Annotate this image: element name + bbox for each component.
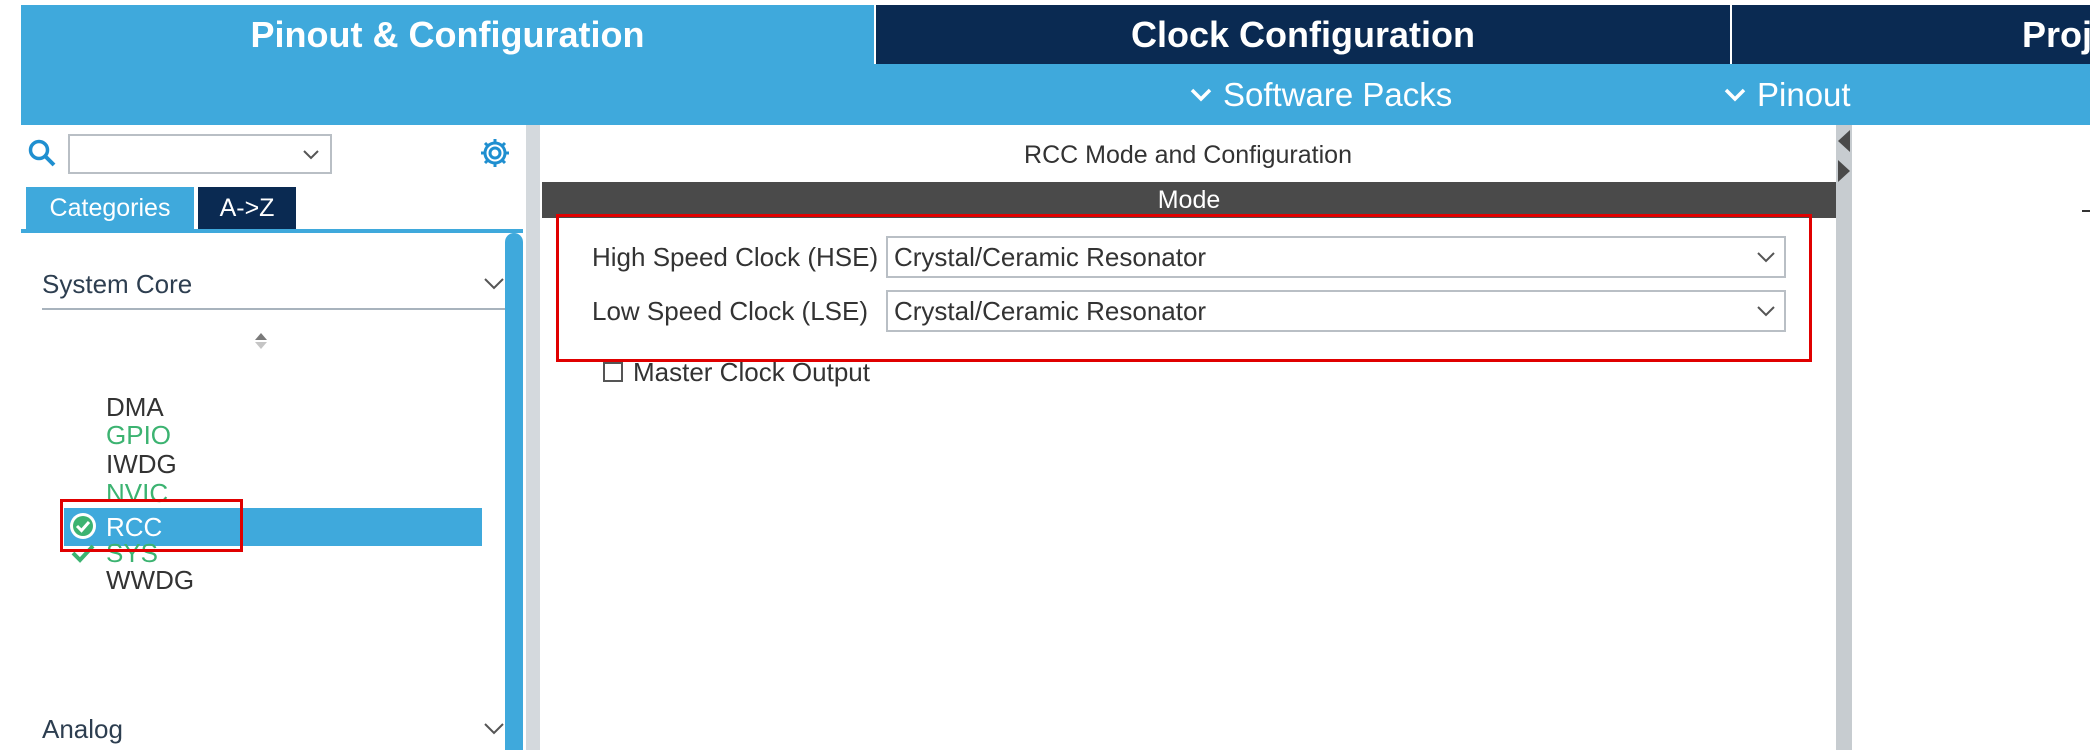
search-input[interactable] xyxy=(68,134,332,174)
pinout-menu[interactable]: Pinout xyxy=(1723,64,1851,125)
pinout-menu-label: Pinout xyxy=(1757,75,1851,113)
tab-pinout-configuration[interactable]: Pinout & Configuration xyxy=(21,5,874,64)
right-panel-splitter[interactable] xyxy=(1836,125,1852,750)
gear-icon[interactable] xyxy=(478,136,512,170)
group-system-core-label: System Core xyxy=(42,268,193,299)
group-analog-label: Analog xyxy=(42,713,123,744)
search-row xyxy=(21,130,523,178)
sort-icon[interactable] xyxy=(254,331,268,351)
sub-toolbar: Software Packs Pinout xyxy=(21,64,2090,125)
chevron-down-icon xyxy=(1724,88,1746,101)
categories-panel: Categories A->Z System Core DMA GPIO IWD… xyxy=(21,125,523,750)
search-icon[interactable] xyxy=(27,138,57,168)
highlight-box-rcc xyxy=(60,499,243,552)
software-packs-menu[interactable]: Software Packs xyxy=(1189,64,1452,125)
category-tabs-underline xyxy=(21,229,523,233)
group-system-core[interactable]: System Core xyxy=(42,260,505,310)
tab-a-to-z[interactable]: A->Z xyxy=(198,187,296,229)
chevron-down-icon xyxy=(484,723,504,735)
tab-categories[interactable]: Categories xyxy=(26,187,194,229)
tab-project-manager[interactable]: Proje xyxy=(1730,5,2090,64)
main-tab-bar: Pinout & Configuration Clock Configurati… xyxy=(0,0,2090,64)
panel-divider[interactable] xyxy=(526,125,540,750)
category-view-tabs: Categories A->Z xyxy=(26,187,296,229)
collapse-arrows-icon[interactable] xyxy=(1836,128,1852,188)
mode-section-header[interactable]: Mode xyxy=(542,182,1836,218)
highlight-box-clock-mode xyxy=(556,214,1812,362)
chevron-down-icon xyxy=(1190,88,1212,101)
master-clock-output-checkbox[interactable] xyxy=(603,362,623,382)
group-analog[interactable]: Analog xyxy=(42,705,505,753)
list-item-wwdg[interactable]: WWDG xyxy=(106,562,194,598)
chevron-down-icon xyxy=(484,278,504,290)
edge-artifact xyxy=(2082,210,2090,212)
tab-clock-configuration[interactable]: Clock Configuration xyxy=(874,5,1730,64)
left-panel-scrollbar[interactable] xyxy=(505,233,523,750)
software-packs-label: Software Packs xyxy=(1223,75,1453,113)
panel-title: RCC Mode and Configuration xyxy=(1024,140,1352,169)
chevron-down-icon[interactable] xyxy=(302,149,320,161)
